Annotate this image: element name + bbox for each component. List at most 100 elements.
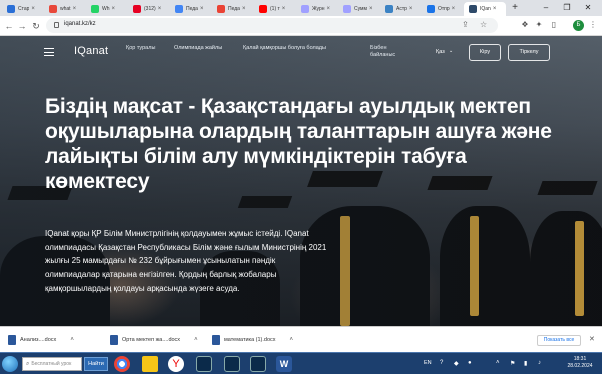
nav-link-become-sponsor[interactable]: Қалай қамқоршы болуға болады — [243, 45, 333, 52]
close-tab-icon[interactable]: × — [409, 6, 413, 12]
tab-favicon — [385, 5, 393, 13]
word-doc-icon — [110, 335, 118, 345]
close-tab-icon[interactable]: × — [369, 6, 373, 12]
url-text[interactable]: iqanat.kz/kz — [64, 21, 96, 27]
close-tab-icon[interactable]: × — [112, 6, 116, 12]
close-tab-icon[interactable]: × — [31, 6, 35, 12]
volume-icon[interactable]: ♪ — [538, 360, 541, 366]
nav-link-about[interactable]: Қор туралы — [126, 45, 156, 52]
site-logo[interactable]: IQanat — [74, 45, 108, 57]
tab-favicon — [7, 5, 15, 13]
chevron-up-icon[interactable]: ˄ — [194, 337, 198, 343]
tab-title: Педа — [186, 6, 198, 12]
chevron-up-icon[interactable]: ˄ — [290, 337, 294, 343]
close-tab-icon[interactable]: × — [493, 6, 497, 12]
tab-title: Астр — [396, 6, 407, 12]
browser-tab[interactable]: Педа × — [170, 2, 210, 16]
yandex-browser-icon[interactable]: Y — [168, 356, 184, 372]
close-tab-icon[interactable]: × — [282, 6, 286, 12]
search-button[interactable]: Найти — [84, 357, 108, 371]
chrome-icon[interactable] — [114, 356, 130, 372]
puzzle-icon[interactable]: ✦ — [534, 20, 544, 30]
tab-favicon — [427, 5, 435, 13]
network-icon[interactable]: ▮ — [524, 360, 527, 367]
close-tab-icon[interactable]: × — [73, 6, 77, 12]
close-window-icon[interactable]: ✕ — [580, 0, 596, 16]
chevron-up-icon[interactable]: ˄ — [70, 337, 74, 343]
browser-tab[interactable]: Педа × — [212, 2, 252, 16]
bookmark-star-icon[interactable]: ☆ — [480, 20, 487, 29]
app-shield-icon[interactable] — [196, 356, 212, 372]
reload-icon[interactable]: ↻ — [30, 19, 42, 33]
app-shield-icon-2[interactable] — [224, 356, 240, 372]
tab-title: Отпр — [438, 6, 450, 12]
tab-title: (312) — [144, 6, 156, 12]
new-tab-button[interactable]: + — [509, 2, 521, 14]
browser-toolbar: ← → ↻ iqanat.kz/kz ⇪ ☆ ❖ ✦ ▯ Б ⋮ — [0, 16, 602, 36]
search-icon: ⌕ — [26, 360, 30, 367]
hero-section: IQanat Қор туралы Олимпиада жайлы Қалай … — [0, 36, 602, 326]
back-icon[interactable]: ← — [3, 19, 15, 33]
address-bar[interactable]: iqanat.kz/kz ⇪ ☆ — [46, 18, 498, 33]
tab-favicon — [217, 5, 225, 13]
flag-icon[interactable]: ⚑ — [510, 360, 515, 367]
menu-kebab-icon[interactable]: ⋮ — [588, 20, 598, 30]
chevron-down-icon[interactable]: ⌄ — [449, 48, 453, 54]
tray-chevron-icon[interactable]: ˄ — [496, 360, 500, 366]
tray-app-icon[interactable]: ◆ — [454, 360, 459, 367]
tray-app-icon-2[interactable]: ● — [468, 360, 472, 366]
profile-avatar[interactable]: Б — [573, 20, 584, 31]
login-button[interactable]: Кіру — [469, 44, 501, 61]
taskbar-search-input[interactable]: ⌕ Бесплатный урок — [22, 357, 82, 371]
hero-description: IQanat қоры ҚР Білім Министрлігінің қолд… — [45, 229, 327, 293]
tab-title: Журн — [312, 6, 325, 12]
browser-tab-active[interactable]: IQan × — [464, 2, 506, 16]
browser-tab[interactable]: (312) × — [128, 2, 168, 16]
browser-tab[interactable]: Сумм × — [338, 2, 378, 16]
browser-tab[interactable]: Отпр × — [422, 2, 462, 16]
language-selector[interactable]: Қаз — [436, 49, 445, 55]
browser-tab[interactable]: Журн × — [296, 2, 336, 16]
tab-title: what — [60, 6, 71, 12]
word-doc-icon — [212, 335, 220, 345]
browser-tab[interactable]: (1) т × — [254, 2, 294, 16]
nav-link-contact[interactable]: Бізбен байланыс — [370, 45, 410, 59]
hamburger-menu-icon[interactable] — [44, 48, 54, 56]
show-all-downloads-button[interactable]: Показать все — [537, 335, 581, 346]
system-clock[interactable]: 18:31 28.02.2024 — [562, 356, 598, 370]
minimize-icon[interactable]: – — [538, 0, 554, 16]
tab-favicon — [133, 5, 141, 13]
close-downloads-icon[interactable]: ✕ — [589, 335, 595, 343]
download-item[interactable]: математика (1).docx ˄ — [212, 333, 293, 347]
word-icon[interactable]: W — [276, 356, 292, 372]
register-button[interactable]: Тіркелу — [508, 44, 550, 61]
sidebar-icon[interactable]: ▯ — [549, 20, 559, 30]
browser-tab[interactable]: Астр × — [380, 2, 420, 16]
app-shield-icon-3[interactable] — [250, 356, 266, 372]
tab-title: Педа — [228, 6, 240, 12]
help-icon[interactable]: ? — [440, 360, 443, 366]
maximize-icon[interactable]: ❐ — [559, 0, 575, 16]
nav-link-olympiad[interactable]: Олимпиада жайлы — [174, 45, 224, 52]
close-tab-icon[interactable]: × — [200, 6, 204, 12]
tab-favicon — [301, 5, 309, 13]
browser-tab[interactable]: what × — [44, 2, 84, 16]
extension-icon[interactable]: ❖ — [520, 20, 530, 30]
forward-icon[interactable]: → — [16, 19, 28, 33]
tab-title: IQan — [480, 6, 491, 12]
download-item[interactable]: Анализ....docx ˄ — [8, 333, 74, 347]
search-placeholder: Бесплатный урок — [31, 361, 72, 367]
file-explorer-icon[interactable] — [142, 356, 158, 372]
input-language-indicator[interactable]: EN — [424, 360, 432, 366]
browser-tab[interactable]: Wh × — [86, 2, 126, 16]
close-tab-icon[interactable]: × — [452, 6, 456, 12]
browser-tab[interactable]: Стар × — [2, 2, 42, 16]
download-item[interactable]: Орта мектеп жа....docx ˄ — [110, 333, 198, 347]
close-tab-icon[interactable]: × — [158, 6, 162, 12]
close-tab-icon[interactable]: × — [242, 6, 246, 12]
close-tab-icon[interactable]: × — [327, 6, 331, 12]
share-icon[interactable]: ⇪ — [462, 20, 469, 29]
start-button[interactable] — [2, 356, 18, 372]
lock-icon[interactable] — [54, 22, 59, 28]
tab-title: Стар — [18, 6, 30, 12]
